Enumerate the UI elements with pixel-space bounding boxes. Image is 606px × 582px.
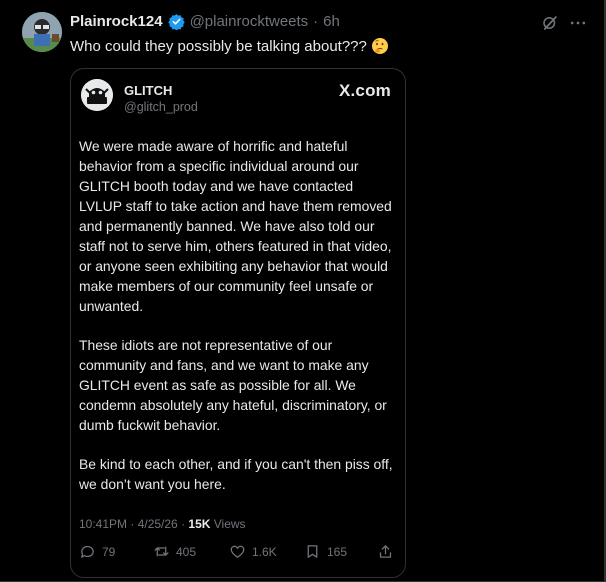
bookmark-count: 165 [327, 544, 348, 559]
like-count: 1.6K [252, 544, 277, 559]
embedded-timestamp: 10:41PM · 4/25/26 · [79, 517, 186, 531]
embedded-handle[interactable]: @glitch_prod [124, 100, 198, 114]
embedded-tweet-body: We were made aware of horrific and hatef… [79, 136, 397, 513]
tweet-text: Who could they possibly be talking about… [70, 37, 389, 55]
repost-icon [154, 546, 169, 557]
like-button[interactable]: 1.6K [229, 543, 277, 560]
views-count: 15K [188, 517, 211, 531]
embedded-paragraph: These idiots are not representative of o… [79, 337, 387, 433]
embedded-paragraph: Be kind to each other, and if you can't … [79, 456, 393, 492]
reply-button[interactable]: 79 [79, 543, 115, 560]
views-label: Views [213, 517, 246, 531]
bookmark-icon [307, 545, 318, 558]
glitch-logo[interactable] [81, 79, 113, 111]
repost-button[interactable]: 405 [153, 543, 196, 560]
tweet-body: Who could they possibly be talking about… [70, 37, 367, 55]
embedded-tweet-card[interactable]: GLITCH @glitch_prod X.com We were made a… [70, 68, 406, 578]
verified-badge-icon [167, 14, 185, 30]
embedded-paragraph: We were made aware of horrific and hatef… [79, 138, 392, 314]
display-name[interactable]: Plainrock124 [70, 13, 163, 30]
repost-count: 405 [176, 544, 197, 559]
avatar[interactable] [22, 12, 62, 52]
embedded-meta: 10:41PM · 4/25/26 · 15K Views [79, 517, 246, 531]
grok-icon[interactable] [541, 14, 559, 32]
embedded-display-name[interactable]: GLITCH [124, 83, 172, 98]
share-icon [379, 545, 392, 558]
time-ago[interactable]: 6h [323, 13, 340, 30]
reply-icon [81, 545, 94, 558]
reply-count: 79 [102, 544, 116, 559]
heart-icon [230, 545, 245, 558]
share-button[interactable] [377, 543, 394, 560]
more-icon[interactable] [568, 13, 588, 33]
action-bar: 79 405 1.6K 165 [71, 543, 405, 567]
separator-dot: · [313, 13, 319, 30]
handle[interactable]: @plainrocktweets [190, 13, 309, 30]
tweet-header: Plainrock124 @plainrocktweets · 6h [70, 13, 340, 30]
thinking-face-emoji-icon [371, 38, 388, 54]
x-com-source-label: X.com [338, 81, 391, 100]
bookmark-button[interactable]: 165 [304, 543, 347, 560]
